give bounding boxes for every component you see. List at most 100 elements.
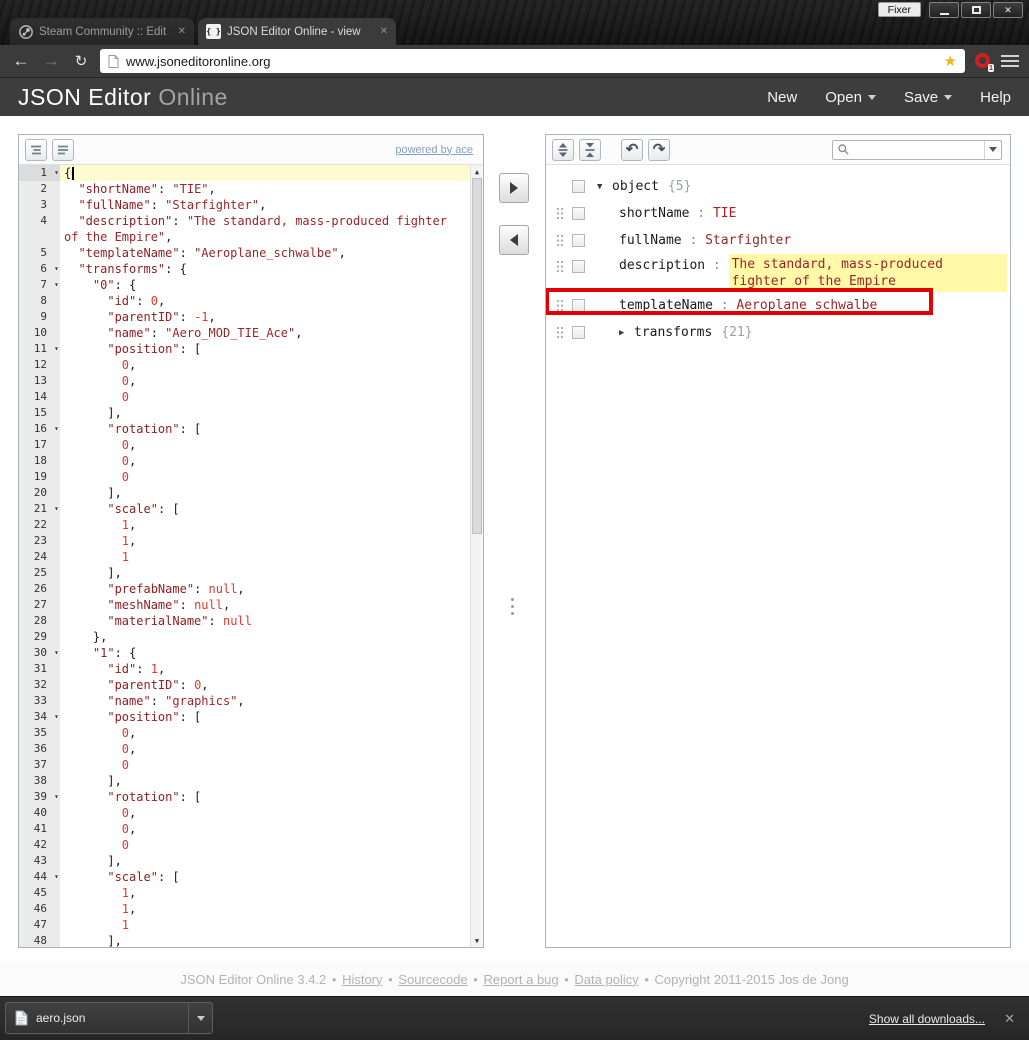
code-line-3[interactable]: 3 "fullName": "Starfighter", — [19, 197, 483, 213]
fold-triangle-icon[interactable]: ▾ — [54, 869, 59, 885]
code-line-24[interactable]: 24 1 — [19, 549, 483, 565]
row-menu-button[interactable] — [572, 207, 585, 220]
tree-row-fullName[interactable]: fullName : Starfighter — [556, 227, 1010, 254]
header-menu-open[interactable]: Open — [825, 89, 876, 106]
code-line-15[interactable]: 15 ], — [19, 405, 483, 421]
code-line-26[interactable]: 26 "prefabName": null, — [19, 581, 483, 597]
row-menu-button[interactable] — [572, 299, 585, 312]
search-options-dropdown[interactable] — [984, 140, 1001, 159]
header-menu-help[interactable]: Help — [980, 89, 1011, 106]
browser-tab-2[interactable]: { } JSON Editor Online - view ✕ — [198, 18, 396, 45]
fold-triangle-icon[interactable]: ▾ — [54, 261, 59, 277]
fold-triangle-icon[interactable]: ▾ — [54, 341, 59, 357]
scrollbar-thumb[interactable] — [472, 178, 482, 534]
tree-row-templateName[interactable]: templateName : Aeroplane_schwalbe — [546, 288, 1010, 319]
code-line-46[interactable]: 46 1, — [19, 901, 483, 917]
code-line-20[interactable]: 20 ], — [19, 485, 483, 501]
collapse-all-button[interactable] — [579, 138, 601, 161]
download-item[interactable]: aero.json — [5, 1002, 213, 1034]
code-line-5[interactable]: 5 "templateName": "Aeroplane_schwalbe", — [19, 245, 483, 261]
code-line-8[interactable]: 8 "id": 0, — [19, 293, 483, 309]
code-line-16[interactable]: 16 ▾ "rotation": [ — [19, 421, 483, 437]
code-line-39[interactable]: 39 ▾ "rotation": [ — [19, 789, 483, 805]
code-line-23[interactable]: 23 1, — [19, 533, 483, 549]
fold-triangle-icon[interactable]: ▾ — [54, 421, 59, 437]
browser-tab-1[interactable]: Steam Community :: Edit ✕ — [10, 18, 194, 45]
tab-close-icon[interactable]: ✕ — [380, 26, 388, 37]
address-bar[interactable]: www.jsoneditoronline.org ★ — [100, 49, 965, 73]
code-line-45[interactable]: 45 1, — [19, 885, 483, 901]
powered-by-ace-link[interactable]: powered by ace — [395, 144, 473, 156]
field-value[interactable]: TIE — [713, 206, 736, 221]
vertical-scrollbar[interactable]: ▲ ▼ — [470, 165, 483, 947]
code-line-34[interactable]: 34 ▾ "position": [ — [19, 709, 483, 725]
field-value[interactable]: Aeroplane_schwalbe — [736, 298, 877, 313]
redo-button[interactable]: ↷ — [648, 138, 670, 161]
drag-handle-icon[interactable] — [556, 260, 565, 273]
fold-triangle-icon[interactable]: ▾ — [54, 277, 59, 293]
search-box[interactable] — [832, 139, 1002, 160]
field-name[interactable]: templateName — [619, 298, 713, 313]
forward-button[interactable]: → — [40, 51, 62, 71]
row-menu-button[interactable] — [572, 180, 585, 193]
code-line-27[interactable]: 27 "meshName": null, — [19, 597, 483, 613]
code-editor[interactable]: 1 ▾{2 "shortName": "TIE", 3 "fullName": "S… — [19, 165, 483, 947]
code-line-13[interactable]: 13 0, — [19, 373, 483, 389]
footer-link-sourcecode[interactable]: Sourcecode — [398, 972, 467, 987]
code-line-6[interactable]: 6 ▾ "transforms": { — [19, 261, 483, 277]
code-line-10[interactable]: 10 "name": "Aero_MOD_TIE_Ace", — [19, 325, 483, 341]
code-line-wrap[interactable]: of the Empire", — [19, 229, 483, 245]
footer-link-data-policy[interactable]: Data policy — [574, 972, 638, 987]
field-name[interactable]: transforms — [634, 325, 712, 340]
footer-link-report-a-bug[interactable]: Report a bug — [483, 972, 558, 987]
back-button[interactable]: ← — [10, 51, 32, 71]
copy-to-left-button[interactable] — [499, 225, 529, 255]
tree-row-description[interactable]: description : The standard, mass-produce… — [556, 254, 1010, 292]
code-line-14[interactable]: 14 0 — [19, 389, 483, 405]
code-line-9[interactable]: 9 "parentID": -1, — [19, 309, 483, 325]
row-menu-button[interactable] — [572, 260, 585, 273]
extension-icon[interactable]: 1 — [973, 52, 994, 72]
drag-handle-icon[interactable] — [556, 299, 565, 312]
fold-triangle-icon[interactable]: ▾ — [54, 165, 59, 181]
code-line-1[interactable]: 1 ▾{ — [19, 165, 483, 181]
code-line-28[interactable]: 28 "materialName": null — [19, 613, 483, 629]
code-line-40[interactable]: 40 0, — [19, 805, 483, 821]
bookmark-star-icon[interactable]: ★ — [944, 52, 957, 70]
code-line-17[interactable]: 17 0, — [19, 437, 483, 453]
shelf-close-icon[interactable]: ✕ — [1004, 1011, 1015, 1027]
code-line-7[interactable]: 7 ▾ "0": { — [19, 277, 483, 293]
code-line-47[interactable]: 47 1 — [19, 917, 483, 933]
code-line-41[interactable]: 41 0, — [19, 821, 483, 837]
code-line-44[interactable]: 44 ▾ "scale": [ — [19, 869, 483, 885]
field-name[interactable]: description — [619, 258, 705, 273]
code-line-12[interactable]: 12 0, — [19, 357, 483, 373]
code-line-19[interactable]: 19 0 — [19, 469, 483, 485]
field-value[interactable]: Starfighter — [705, 233, 791, 248]
minimize-button[interactable] — [929, 2, 959, 18]
fold-triangle-icon[interactable]: ▾ — [54, 789, 59, 805]
code-line-43[interactable]: 43 ], — [19, 853, 483, 869]
field-name[interactable]: fullName — [619, 233, 682, 248]
code-line-11[interactable]: 11 ▾ "position": [ — [19, 341, 483, 357]
row-menu-button[interactable] — [572, 326, 585, 339]
tab-close-icon[interactable]: ✕ — [178, 26, 186, 37]
code-line-29[interactable]: 29 }, — [19, 629, 483, 645]
code-line-42[interactable]: 42 0 — [19, 837, 483, 853]
code-line-36[interactable]: 36 0, — [19, 741, 483, 757]
row-menu-button[interactable] — [572, 234, 585, 247]
fold-triangle-icon[interactable]: ▾ — [54, 501, 59, 517]
header-menu-new[interactable]: New — [767, 89, 797, 106]
tree-row-transforms[interactable]: ▶ transforms {21} — [556, 319, 1010, 346]
field-value[interactable]: The standard, mass-produced fighter of t… — [728, 254, 1007, 292]
drag-handle-icon[interactable] — [556, 207, 565, 220]
compact-button[interactable] — [52, 138, 74, 161]
splitter-handle[interactable] — [511, 594, 514, 619]
code-line-37[interactable]: 37 0 — [19, 757, 483, 773]
drag-handle-icon[interactable] — [556, 326, 565, 339]
undo-button[interactable]: ↶ — [621, 138, 643, 161]
scroll-up-icon[interactable]: ▲ — [471, 165, 483, 178]
code-line-33[interactable]: 33 "name": "graphics", — [19, 693, 483, 709]
expand-all-button[interactable] — [552, 138, 574, 161]
code-line-38[interactable]: 38 ], — [19, 773, 483, 789]
